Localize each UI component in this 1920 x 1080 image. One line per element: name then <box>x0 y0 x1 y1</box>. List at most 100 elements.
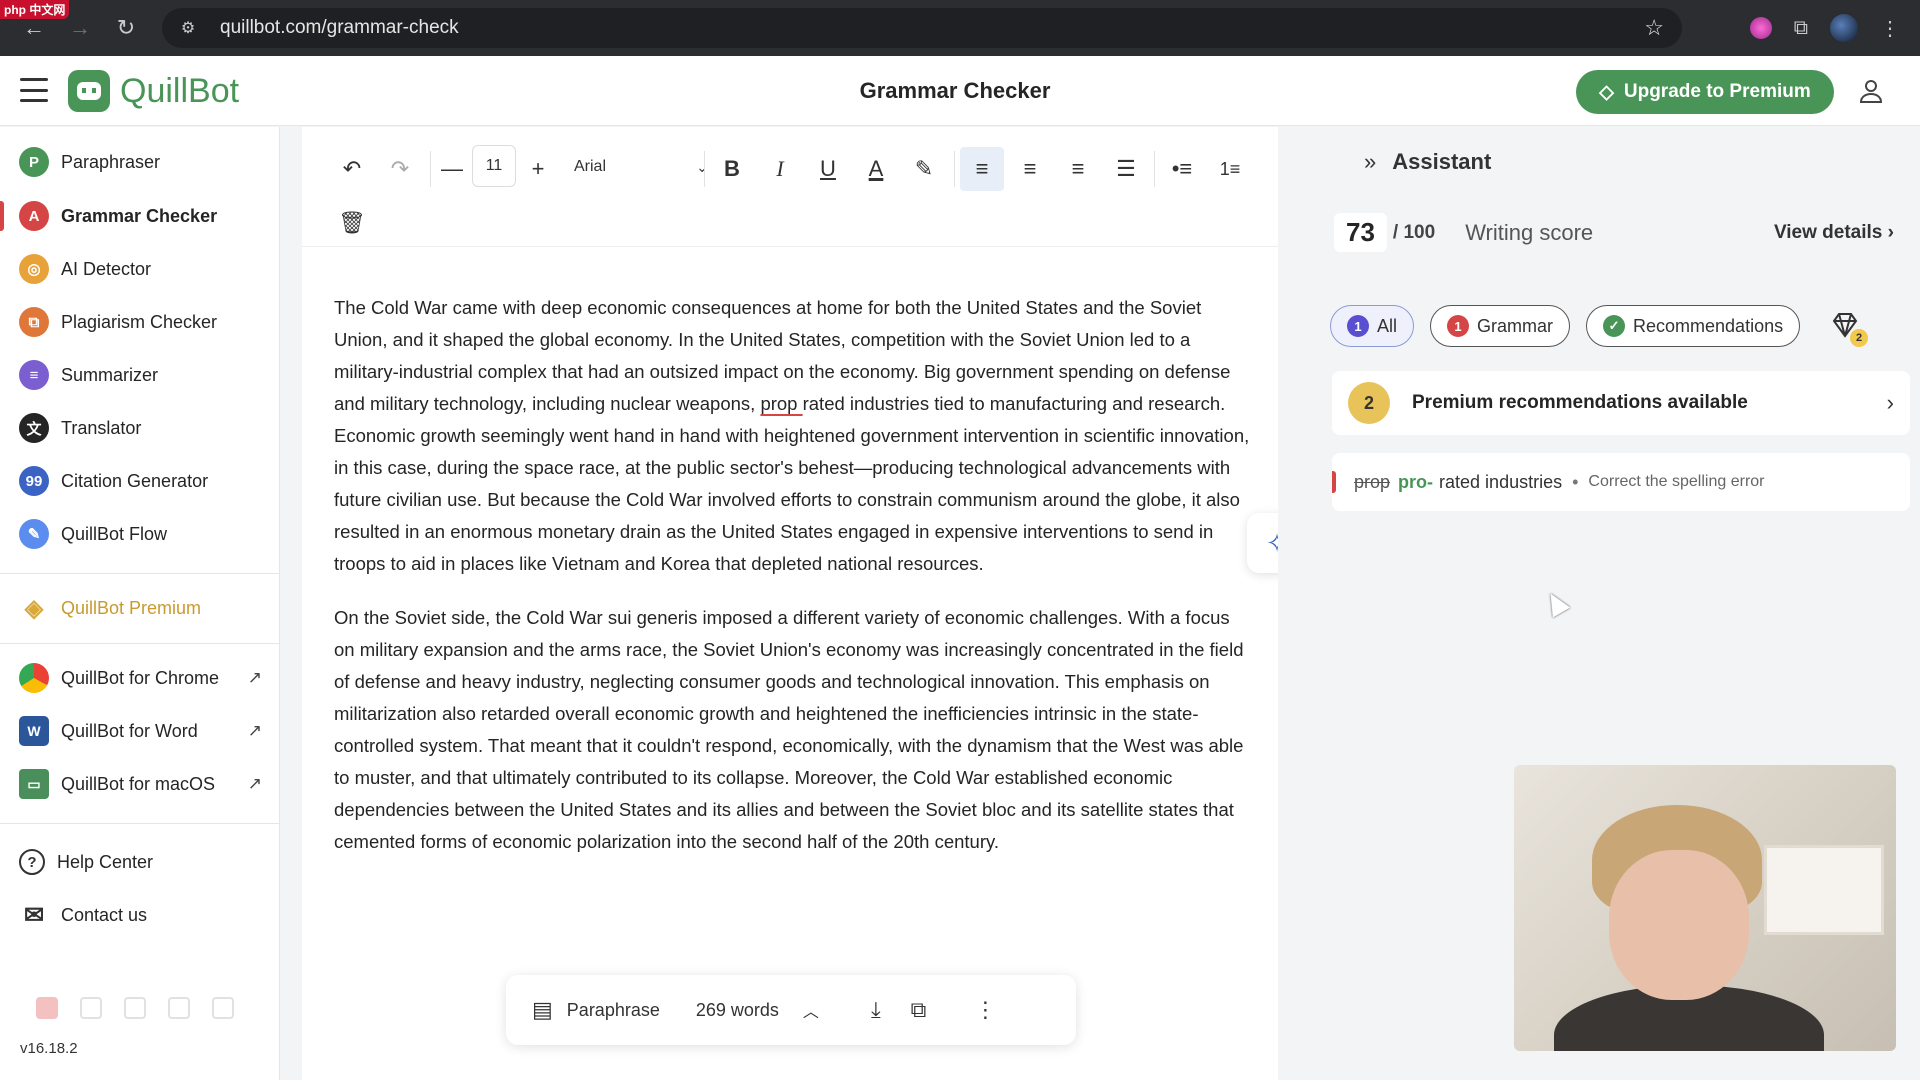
bottom-action-bar: ▤ Paraphrase 269 words ︿ ⤓ ⧉ ⋮ <box>506 975 1076 1045</box>
sidebar-item-translator[interactable]: 文 Translator <box>0 405 280 451</box>
sidebar-item-premium[interactable]: ◈ QuillBot Premium <box>0 585 280 631</box>
undo-icon[interactable]: ↶ <box>332 147 372 191</box>
document-text[interactable]: The Cold War came with deep economic con… <box>334 292 1254 880</box>
gem-count: 2 <box>1850 329 1869 347</box>
count-badge: 1 <box>1347 315 1369 337</box>
sidebar-item-label: QuillBot Premium <box>61 597 202 618</box>
trash-icon[interactable] <box>168 997 190 1019</box>
bookmark-star-icon[interactable]: ☆ <box>1644 15 1664 41</box>
align-left-icon[interactable]: ≡ <box>960 147 1004 191</box>
translator-icon: 文 <box>19 413 49 443</box>
filter-all[interactable]: 1 All <box>1330 305 1415 347</box>
suggestion-filters: 1 All 1 Grammar ✓ Recommendations 2 <box>1330 305 1869 347</box>
pointer-icon[interactable] <box>212 997 234 1019</box>
upgrade-premium-button[interactable]: ◇ Upgrade to Premium <box>1576 70 1834 114</box>
download-icon[interactable]: ⤓ <box>871 997 881 1023</box>
external-link-icon: ↗ <box>247 721 262 740</box>
paragraph-2: On the Soviet side, the Cold War sui gen… <box>334 607 1244 852</box>
webcam-background-window <box>1764 845 1884 935</box>
chevron-right-icon: › <box>1887 221 1894 243</box>
highlight-icon[interactable]: ✎ <box>902 147 946 191</box>
user-account-icon[interactable] <box>1858 78 1884 104</box>
copy-icon[interactable]: ⧉ <box>911 997 927 1023</box>
profile-avatar[interactable] <box>1830 14 1858 42</box>
redo-icon[interactable]: ↷ <box>380 147 420 191</box>
increase-font-size-icon[interactable]: + <box>518 147 558 191</box>
spelling-suggestion-card[interactable]: prop pro- rated industries • Correct the… <box>1332 453 1910 511</box>
address-bar[interactable]: ⚙ quillbot.com/grammar-check ☆ <box>162 8 1682 48</box>
extension-icon[interactable] <box>1749 17 1772 39</box>
font-family-value: Arial <box>574 158 607 175</box>
underline-icon[interactable]: U <box>806 147 850 191</box>
check-icon: ✓ <box>1603 315 1626 337</box>
toolbar-divider <box>1154 151 1155 187</box>
collapse-panel-icon[interactable]: » <box>1364 149 1376 175</box>
align-center-icon[interactable]: ≡ <box>1008 147 1052 191</box>
premium-count-badge: 2 <box>1348 382 1390 424</box>
font-size-input[interactable]: 11 <box>472 145 516 187</box>
sidebar-item-label: QuillBot for macOS <box>61 773 216 794</box>
help-icon: ? <box>19 849 45 875</box>
chevron-right-icon: › <box>1886 390 1894 415</box>
premium-diamond-icon: ◈ <box>24 594 44 622</box>
pause-icon[interactable] <box>80 997 102 1019</box>
chevron-up-icon: ︿ <box>802 1004 819 1021</box>
sidebar-item-help-center[interactable]: ? Help Center <box>0 839 280 885</box>
sidebar-item-paraphraser[interactable]: P Paraphraser <box>0 139 280 185</box>
reload-icon[interactable]: ↻ <box>106 8 146 48</box>
italic-icon[interactable]: I <box>758 147 802 191</box>
sidebar-item-word[interactable]: W QuillBot for Word ↗ <box>0 708 280 754</box>
font-family-select[interactable]: Arial ⌄ <box>574 147 714 187</box>
text-run: rated industries tied to manufacturing a… <box>334 393 1250 574</box>
paraphrase-button[interactable]: ▤ Paraphrase <box>532 997 660 1023</box>
browser-menu-icon[interactable]: ⋮ <box>1880 16 1900 41</box>
premium-gem-icon[interactable]: 2 <box>1828 309 1869 347</box>
filter-label: All <box>1377 315 1398 336</box>
app-header: QuillBot Grammar Checker ◇ Upgrade to Pr… <box>0 56 1920 126</box>
paraphrase-label: Paraphrase <box>566 999 660 1020</box>
site-settings-icon[interactable]: ⚙ <box>168 18 208 38</box>
sidebar-item-grammar-checker[interactable]: A Grammar Checker <box>0 193 280 239</box>
count-badge: 1 <box>1447 315 1470 337</box>
sidebar-item-citation-generator[interactable]: 99 Citation Generator <box>0 458 280 504</box>
score-value: 73 <box>1334 213 1387 252</box>
sidebar: P Paraphraser A Grammar Checker ◎ AI Det… <box>0 127 280 1080</box>
decrease-font-size-icon[interactable]: — <box>432 147 472 191</box>
view-details-link[interactable]: View details › <box>1774 222 1894 244</box>
suggestion-hint: Correct the spelling error <box>1588 473 1765 490</box>
toolbar-divider <box>704 151 705 187</box>
sidebar-divider <box>0 643 280 644</box>
restart-icon[interactable] <box>124 997 146 1019</box>
writing-score: 73 / 100 Writing score View details › <box>1334 213 1914 252</box>
sidebar-item-contact[interactable]: ✉ Contact us <box>0 892 280 938</box>
word-icon: W <box>19 716 49 746</box>
align-right-icon[interactable]: ≡ <box>1056 147 1100 191</box>
more-options-icon[interactable]: ⋮ <box>974 997 996 1023</box>
delete-text-icon[interactable]: 🗑 <box>332 201 372 245</box>
numbered-list-icon[interactable]: 1≡ <box>1208 147 1252 191</box>
sidebar-item-macos[interactable]: ▭ QuillBot for macOS ↗ <box>0 761 280 807</box>
text-color-icon[interactable]: A <box>854 147 898 191</box>
record-stop-icon[interactable] <box>36 997 58 1019</box>
bullet-list-icon[interactable]: •≡ <box>1160 147 1204 191</box>
align-justify-icon[interactable]: ☰ <box>1104 147 1148 191</box>
filter-recommendations[interactable]: ✓ Recommendations <box>1586 305 1801 347</box>
sidebar-item-chrome[interactable]: QuillBot for Chrome ↗ <box>0 655 280 701</box>
sidebar-item-quillbot-flow[interactable]: ✎ QuillBot Flow <box>0 511 280 557</box>
sidebar-divider <box>0 823 280 824</box>
suggested-word[interactable]: pro- <box>1398 472 1433 493</box>
sidebar-item-plagiarism-checker[interactable]: ⧉ Plagiarism Checker <box>0 299 280 345</box>
filter-grammar[interactable]: 1 Grammar <box>1430 305 1571 347</box>
extensions-puzzle-icon[interactable]: ⧉ <box>1794 17 1808 40</box>
plagiarism-checker-icon: ⧉ <box>19 307 49 337</box>
sidebar-item-summarizer[interactable]: ≡ Summarizer <box>0 352 280 398</box>
sidebar-item-ai-detector[interactable]: ◎ AI Detector <box>0 246 280 292</box>
watermark-badge: php 中文网 <box>0 0 70 19</box>
chrome-icon <box>19 663 49 693</box>
premium-recommendations-card[interactable]: 2 Premium recommendations available › <box>1332 371 1910 435</box>
filter-label: Recommendations <box>1633 315 1784 336</box>
spelling-error[interactable]: prop <box>760 393 802 414</box>
chevron-down-icon: ⌄ <box>696 158 708 175</box>
word-count-toggle[interactable]: 269 words ︿ <box>696 998 819 1022</box>
bold-icon[interactable]: B <box>710 147 754 191</box>
